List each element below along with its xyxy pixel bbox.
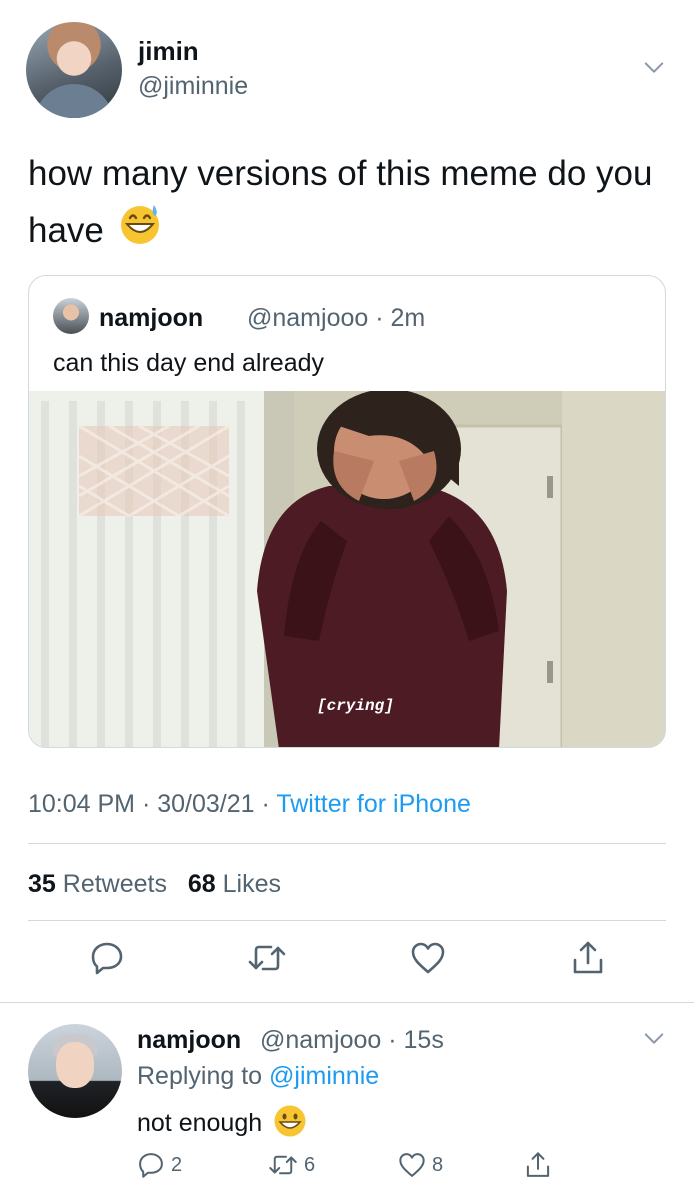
- heart-icon: [399, 1153, 425, 1177]
- reply-author-name[interactable]: namjoon: [137, 1026, 241, 1055]
- reply-button[interactable]: [89, 940, 125, 976]
- reply-share-button[interactable]: [524, 1151, 552, 1179]
- reply-retweet-button[interactable]: 6: [268, 1151, 315, 1179]
- replying-to-handle[interactable]: @jiminnie: [269, 1062, 379, 1090]
- reply-text: not enough: [137, 1104, 307, 1145]
- meta-separator: ·: [141, 790, 151, 818]
- likes-stat[interactable]: 68 Likes: [188, 870, 281, 898]
- reply-reply-button[interactable]: 2: [137, 1151, 182, 1179]
- quoted-time: 2m: [390, 304, 426, 332]
- retweet-icon: [269, 1155, 297, 1175]
- divider: [28, 843, 666, 844]
- quoted-text: can this day end already: [53, 349, 325, 377]
- quoted-tweet-card[interactable]: namjoon @namjooo · 2m can this day end a…: [28, 275, 666, 748]
- share-icon: [526, 1152, 550, 1177]
- tweet-time: 10:04 PM: [28, 790, 136, 818]
- reply-retweet-count: 6: [304, 1153, 316, 1176]
- likes-label: Likes: [222, 870, 281, 898]
- tweet-stats: 35 Retweets 68 Likes: [28, 870, 281, 899]
- sweat-smile-emoji: [118, 202, 162, 263]
- reply-author-avatar[interactable]: [28, 1024, 122, 1118]
- reply-reply-count: 2: [171, 1153, 183, 1176]
- reply-text-content: not enough: [137, 1109, 263, 1138]
- replying-to: Replying to @jiminnie: [137, 1062, 379, 1091]
- svg-text:[crying]: [crying]: [317, 697, 394, 715]
- reply-like-count: 8: [432, 1153, 444, 1176]
- grinning-face-emoji: [273, 1104, 307, 1145]
- author-handle[interactable]: @jiminnie: [138, 72, 248, 101]
- reply-like-button[interactable]: 8: [398, 1151, 443, 1179]
- author-avatar[interactable]: [26, 22, 122, 118]
- meta-separator: ·: [261, 790, 270, 818]
- thread-divider: [0, 1002, 694, 1003]
- author-name[interactable]: jimin: [138, 36, 199, 67]
- quoted-author-name: namjoon: [99, 304, 204, 332]
- reply-author-meta: @namjooo · 15s: [260, 1026, 444, 1055]
- chevron-down-icon[interactable]: [643, 1028, 665, 1050]
- divider: [28, 920, 666, 921]
- reply-author-handle[interactable]: @namjooo: [260, 1026, 381, 1054]
- quoted-author-handle: @namjooo: [247, 304, 369, 332]
- like-button[interactable]: [410, 940, 446, 976]
- reply-separator: ·: [388, 1026, 397, 1054]
- reply-time: 15s: [403, 1026, 444, 1054]
- retweets-stat[interactable]: 35 Retweets: [28, 870, 174, 898]
- retweet-button[interactable]: [247, 940, 287, 976]
- chevron-down-icon[interactable]: [643, 57, 665, 79]
- tweet-meta: 10:04 PM · 30/03/21 · Twitter for iPhone: [28, 790, 471, 819]
- retweets-label: Retweets: [62, 870, 167, 898]
- meme-image[interactable]: [crying]: [29, 391, 666, 748]
- tweet-source-link[interactable]: Twitter for iPhone: [276, 790, 471, 818]
- speech-bubble-icon: [139, 1153, 163, 1178]
- replying-to-label: Replying to: [137, 1062, 263, 1090]
- tweet-date: 30/03/21: [157, 790, 255, 818]
- quoted-author-meta: @namjooo · 2m: [247, 304, 425, 333]
- quoted-separator: ·: [375, 304, 384, 332]
- retweets-count: 35: [28, 870, 56, 898]
- share-button[interactable]: [570, 940, 606, 976]
- tweet-text: how many versions of this meme do you ha…: [28, 146, 668, 263]
- likes-count: 68: [187, 870, 216, 898]
- quoted-author-avatar: [53, 298, 89, 334]
